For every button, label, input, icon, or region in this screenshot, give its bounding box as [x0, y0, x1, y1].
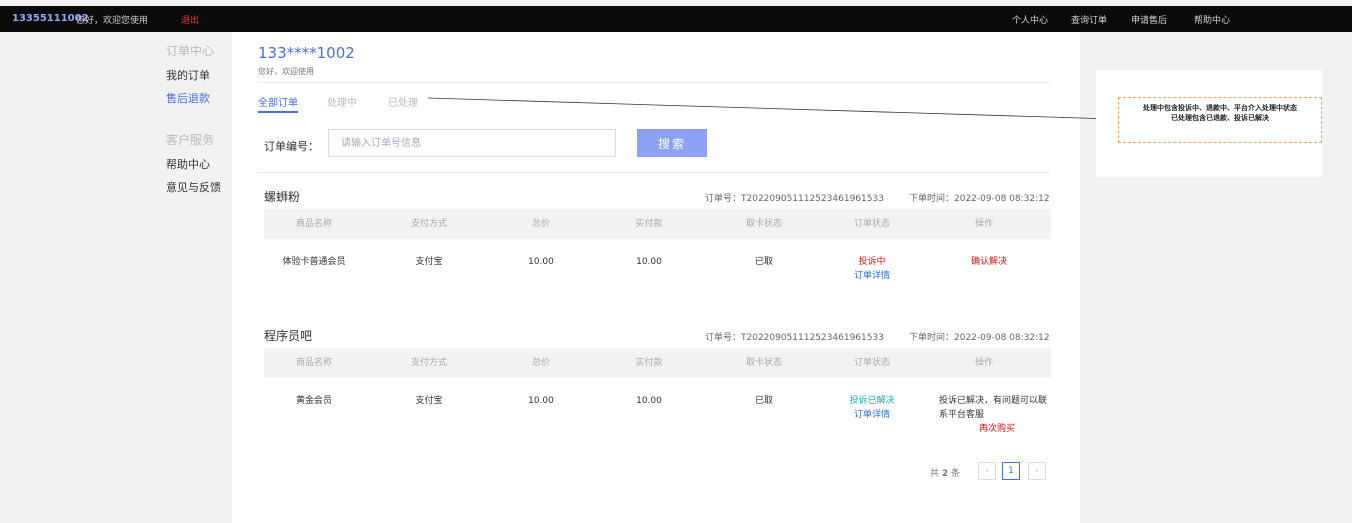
order-time: 下单时间：2022-09-08 08:32:12	[909, 194, 1050, 204]
user-welcome: 您好，欢迎使用	[258, 67, 314, 76]
col-product: 商品名称	[295, 219, 332, 229]
col-payment: 支付方式	[410, 358, 447, 368]
col-order-status: 订单状态	[853, 358, 890, 368]
product-name: 体验卡普通会员	[282, 257, 346, 267]
sidebar-item-after-sale[interactable]: 售后退款	[166, 90, 210, 106]
nav-apply-after-sale[interactable]: 申请售后	[1131, 13, 1167, 26]
order-status: 投诉中	[858, 257, 886, 267]
table-header: 商品名称 支付方式 总价 实付款 取卡状态 订单状态 操作	[264, 209, 1051, 239]
action-note: 投诉已解决，有问题可以联系平台客服	[939, 396, 1048, 420]
total-price: 10.00	[528, 396, 554, 406]
payment-method: 支付宝	[415, 257, 443, 267]
sidebar-section-order-center: 订单中心	[166, 44, 215, 58]
nav-query-order[interactable]: 查询订单	[1071, 13, 1107, 26]
col-paid: 实付款	[635, 219, 663, 229]
order-number: 订单号：T202209051112523461961533	[705, 194, 884, 204]
col-action: 操作	[974, 219, 993, 229]
shop-name: 螺蛳粉	[264, 190, 301, 204]
buy-again-button[interactable]: 再次购买	[957, 422, 1037, 436]
col-total: 总价	[531, 358, 550, 368]
col-card-status: 取卡状态	[745, 219, 782, 229]
nav-personal-center[interactable]: 个人中心	[1012, 13, 1048, 26]
pager-total-suffix: 条	[951, 469, 961, 479]
logout-link[interactable]: 退出	[181, 13, 199, 26]
product-name: 黄金会员	[295, 396, 332, 406]
sidebar-section-customer-service: 客户服务	[166, 133, 215, 147]
top-bar: 13355111002 您好，欢迎您使用 退出 个人中心 查询订单 申请售后 帮…	[0, 6, 1352, 32]
pager-total-prefix: 共	[930, 469, 940, 479]
col-action: 操作	[974, 358, 993, 368]
col-paid: 实付款	[635, 358, 663, 368]
col-order-status: 订单状态	[853, 219, 890, 229]
pager-next-button[interactable]: ›	[1028, 462, 1046, 480]
tab-processed[interactable]: 已处理	[388, 94, 418, 109]
card-status: 已取	[754, 257, 773, 267]
annotation-panel: 处理中包含投诉中、退款中、平台介入处理中状态 已处理包含已退款、投诉已解决	[1096, 70, 1322, 177]
col-product: 商品名称	[295, 358, 332, 368]
payment-method: 支付宝	[415, 396, 443, 406]
paid-amount: 10.00	[636, 396, 662, 406]
active-tab-indicator	[258, 111, 298, 113]
order-number: 订单号：T202209051112523461961533	[705, 333, 884, 343]
pager-total: 共 2 条	[930, 466, 960, 479]
order-status: 投诉已解决	[849, 396, 895, 406]
col-payment: 支付方式	[410, 219, 447, 229]
pager-total-count: 2	[941, 469, 949, 479]
search-button[interactable]: 搜索	[637, 129, 707, 157]
order-number-label: 订单编号：	[264, 140, 319, 153]
main-panel: 133****1002 您好，欢迎使用 全部订单 处理中 已处理 订单编号： 搜…	[232, 32, 1080, 523]
annotation-line-1: 处理中包含投诉中、退款中、平台介入处理中状态	[1143, 104, 1297, 112]
sidebar-item-my-orders[interactable]: 我的订单	[166, 67, 210, 83]
divider	[258, 82, 1051, 83]
sidebar-item-help-center[interactable]: 帮助中心	[166, 156, 210, 172]
divider	[258, 172, 1051, 173]
col-total: 总价	[531, 219, 550, 229]
order-detail-link[interactable]: 订单详情	[832, 408, 912, 422]
total-price: 10.00	[528, 257, 554, 267]
order-detail-link[interactable]: 订单详情	[832, 269, 912, 283]
sidebar-item-feedback[interactable]: 意见与反馈	[166, 179, 221, 195]
pager-page-1[interactable]: 1	[1002, 462, 1020, 480]
order-time: 下单时间：2022-09-08 08:32:12	[909, 333, 1050, 343]
col-card-status: 取卡状态	[745, 358, 782, 368]
annotation-note: 处理中包含投诉中、退款中、平台介入处理中状态 已处理包含已退款、投诉已解决	[1118, 97, 1322, 143]
annotation-line-2: 已处理包含已退款、投诉已解决	[1171, 114, 1269, 122]
shop-name: 程序员吧	[264, 329, 313, 343]
tab-all-orders[interactable]: 全部订单	[258, 94, 298, 109]
pager-prev-button[interactable]: ‹	[978, 462, 996, 480]
confirm-resolve-button[interactable]: 确认解决	[939, 255, 1039, 269]
tab-processing[interactable]: 处理中	[327, 94, 357, 109]
order-number-input[interactable]	[328, 129, 616, 157]
nav-help-center[interactable]: 帮助中心	[1194, 13, 1230, 26]
card-status: 已取	[754, 396, 773, 406]
account-greeting: 您好，欢迎您使用	[76, 16, 149, 26]
table-header: 商品名称 支付方式 总价 实付款 取卡状态 订单状态 操作	[264, 348, 1051, 378]
user-masked-phone: 133****1002	[258, 44, 355, 62]
paid-amount: 10.00	[636, 257, 662, 267]
